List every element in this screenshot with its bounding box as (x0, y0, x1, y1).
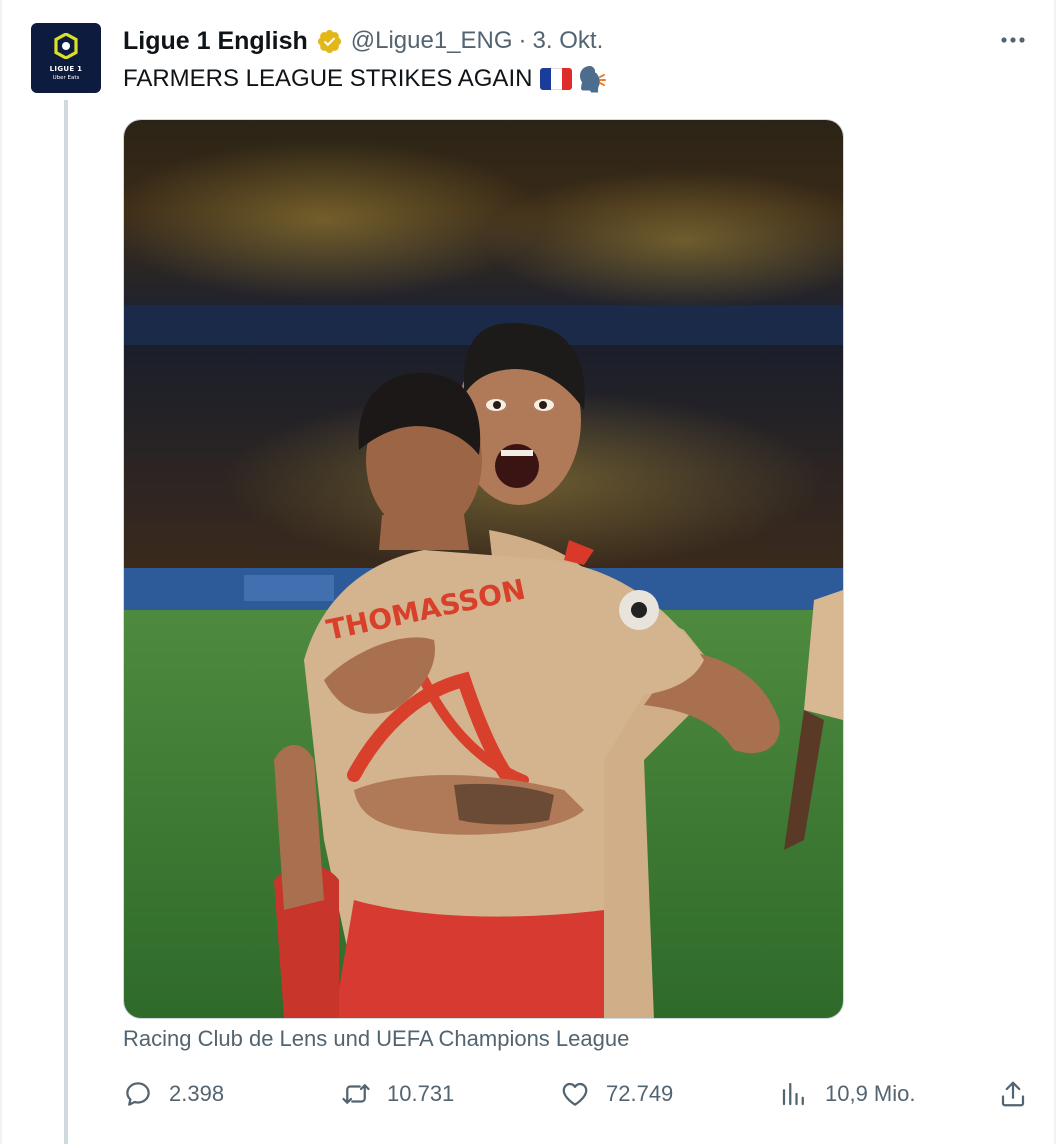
ligue1-logo-icon (54, 33, 78, 59)
verified-badge-icon[interactable] (316, 28, 343, 55)
reply-button[interactable]: 2.398 (123, 1072, 224, 1116)
share-button[interactable] (998, 1072, 1028, 1116)
views-chart-icon (782, 1082, 804, 1106)
photo-caption[interactable]: Racing Club de Lens und UEFA Champions L… (123, 1026, 629, 1052)
more-options-icon[interactable] (998, 30, 1028, 50)
tweet-photo[interactable]: THOMASSON (123, 119, 844, 1019)
avatar[interactable]: LIGUE 1 Uber Eats (31, 23, 101, 93)
reply-count: 2.398 (169, 1081, 225, 1106)
tweet-date[interactable]: 3. Okt. (533, 27, 604, 55)
celebration-photo: THOMASSON (124, 120, 843, 1018)
tweet-text-content: FARMERS LEAGUE STRIKES AGAIN (123, 65, 533, 92)
avatar-brand-line1: LIGUE 1 (49, 65, 83, 73)
tweet-card[interactable]: LIGUE 1 Uber Eats Ligue 1 English @Ligue… (0, 0, 1056, 1144)
share-icon (1001, 1081, 1025, 1107)
thread-line (64, 100, 68, 1144)
tweet-text: FARMERS LEAGUE STRIKES AGAIN (123, 64, 608, 94)
tweet-actions-bar: 2.398 10.731 72.749 10,9 Mio. (123, 1072, 1033, 1116)
flag-france-icon (540, 68, 573, 90)
account-handle[interactable]: @Ligue1_ENG (351, 27, 513, 55)
views-count: 10,9 Mio. (825, 1081, 916, 1106)
retweet-icon (342, 1084, 370, 1104)
card-left-border (0, 0, 2, 1144)
account-name[interactable]: Ligue 1 English (123, 27, 308, 56)
reply-icon (126, 1082, 150, 1106)
speaking-head-icon (580, 66, 607, 93)
retweet-count: 10.731 (387, 1081, 455, 1106)
heart-icon (562, 1082, 588, 1106)
avatar-brand-line2: Uber Eats (52, 75, 80, 81)
separator-dot: · (518, 27, 527, 54)
retweet-button[interactable]: 10.731 (341, 1072, 454, 1116)
views-button[interactable]: 10,9 Mio. (779, 1072, 916, 1116)
like-count: 72.749 (606, 1081, 674, 1106)
like-button[interactable]: 72.749 (560, 1072, 673, 1116)
tweet-header: Ligue 1 English @Ligue1_ENG · 3. Okt. (123, 26, 603, 56)
